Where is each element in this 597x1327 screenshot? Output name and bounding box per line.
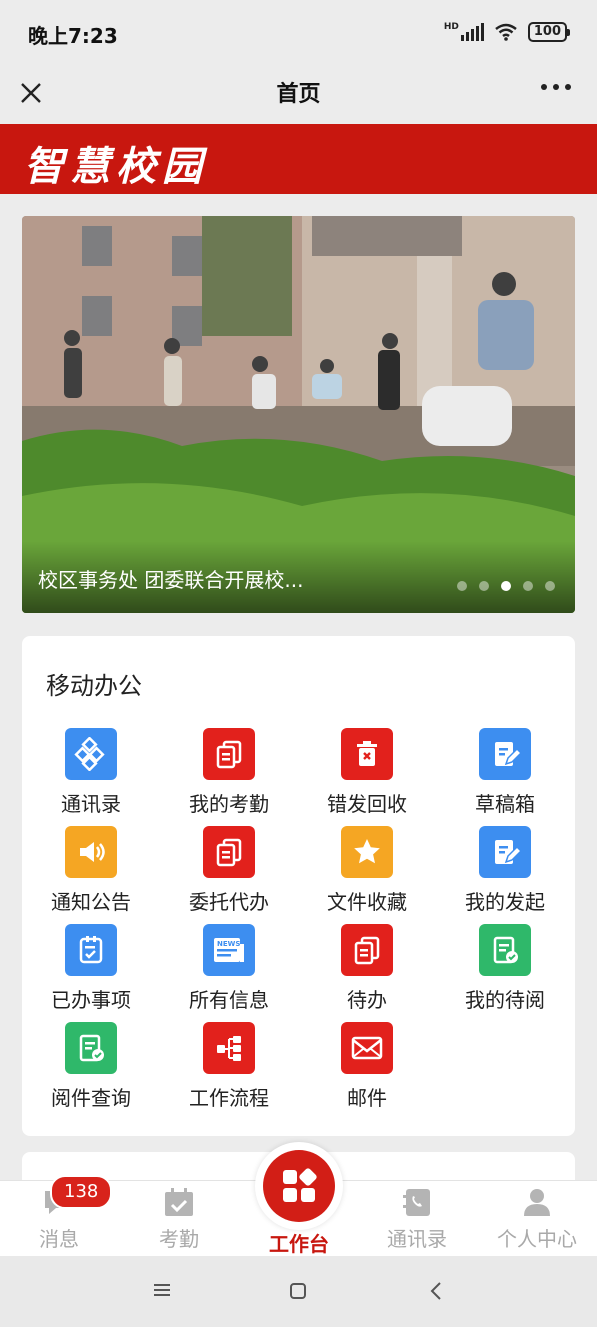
app-label: 所有信息 [189,988,269,1012]
app-item[interactable]: 通知公告 [22,826,160,915]
status-icons: HD 100 [443,22,571,42]
app-label: 错发回收 [327,792,407,816]
phone-book-icon [403,1189,430,1216]
checklist-icon [65,924,117,976]
app-item[interactable]: 委托代办 [160,826,298,915]
news-carousel[interactable]: 校区事务处 团委联合开展校... [22,216,575,613]
nav-label: 消息 [39,1227,79,1251]
carousel-dot[interactable] [479,581,489,591]
menu-icon[interactable] [152,1282,172,1298]
app-label: 通讯录 [61,792,121,816]
workbench-label: 工作台 [269,1232,329,1256]
app-item[interactable]: 我的待阅 [436,924,574,1013]
back-icon[interactable] [428,1281,444,1301]
news-icon: NEWS [203,924,255,976]
app-item[interactable]: 草稿箱 [436,728,574,817]
message-badge: 138 [50,1175,113,1209]
hd-label: HD [443,22,459,32]
status-bar: 晚上7:23 HD 100 [0,0,597,66]
brand-logo-text: 智慧校园 [24,143,208,190]
nav-label: 个人中心 [497,1227,577,1251]
wifi-icon [495,23,517,41]
title-bar: 首页 [0,66,597,124]
app-label: 阅件查询 [51,1086,131,1110]
carousel-dot[interactable] [545,581,555,591]
nav-profile[interactable]: 个人中心 [482,1187,592,1252]
app-item[interactable]: 我的考勤 [160,728,298,817]
app-item[interactable]: 我的发起 [436,826,574,915]
nav-attendance[interactable]: 考勤 [124,1187,234,1252]
app-item[interactable]: 通讯录 [22,728,160,817]
document-stack-icon [203,728,255,780]
signal-icon [460,23,484,41]
nav-label: 通讯录 [387,1227,447,1251]
carousel-dot[interactable] [457,581,467,591]
app-label: 文件收藏 [327,890,407,914]
document-stack-icon [203,826,255,878]
app-label: 通知公告 [51,890,131,914]
app-item[interactable]: NEWS 所有信息 [160,924,298,1013]
nav-workbench[interactable] [255,1142,343,1230]
status-time: 晚上7:23 [28,24,118,48]
trash-bin-icon [341,728,393,780]
app-item[interactable]: 阅件查询 [22,1022,160,1111]
document-stack-icon [341,924,393,976]
app-label: 已办事项 [51,988,131,1012]
app-item[interactable]: 工作流程 [160,1022,298,1111]
app-label: 我的考勤 [189,792,269,816]
nav-contacts[interactable]: 通讯录 [362,1187,472,1252]
app-label: 待办 [347,988,387,1012]
app-item[interactable]: 待办 [298,924,436,1013]
app-item[interactable]: 邮件 [298,1022,436,1111]
app-label: 我的发起 [465,890,545,914]
carousel-dot[interactable] [523,581,533,591]
carousel-dot[interactable] [501,581,511,591]
page-title: 首页 [276,82,321,107]
system-nav-bar [0,1256,597,1327]
carousel-caption[interactable]: 校区事务处 团委联合开展校... [38,564,303,593]
svg-text:NEWS: NEWS [217,940,240,948]
speaker-icon [65,826,117,878]
workflow-icon [203,1022,255,1074]
calendar-check-icon [165,1188,193,1216]
carousel-indicator [457,581,555,591]
brand-banner: 智慧校园 [0,124,597,194]
edit-document-icon [479,826,531,878]
app-label: 草稿箱 [475,792,535,816]
star-icon [341,826,393,878]
nav-label: 考勤 [159,1227,199,1251]
edit-document-icon [479,728,531,780]
app-label: 邮件 [347,1086,387,1110]
app-item[interactable]: 错发回收 [298,728,436,817]
app-label: 工作流程 [189,1086,269,1110]
mail-icon [341,1022,393,1074]
workbench-button[interactable] [263,1150,335,1222]
section-title: 移动办公 [46,672,142,700]
app-label: 我的待阅 [465,988,545,1012]
app-label: 委托代办 [189,890,269,914]
grid-apps-icon [283,1168,317,1202]
battery-icon: 100 [527,22,571,42]
person-icon [524,1189,550,1216]
document-check-icon [65,1022,117,1074]
mobile-office-card: 移动办公 通讯录 我的考勤 错发回收 草稿箱通知公告 委托代办 文件收藏 我的发起已办事项 N… [22,636,575,1136]
contacts-diamond-icon [65,728,117,780]
app-item[interactable]: 已办事项 [22,924,160,1013]
document-check-icon [479,924,531,976]
more-options-icon[interactable] [541,84,571,90]
app-item[interactable]: 文件收藏 [298,826,436,915]
home-icon[interactable] [289,1282,307,1300]
